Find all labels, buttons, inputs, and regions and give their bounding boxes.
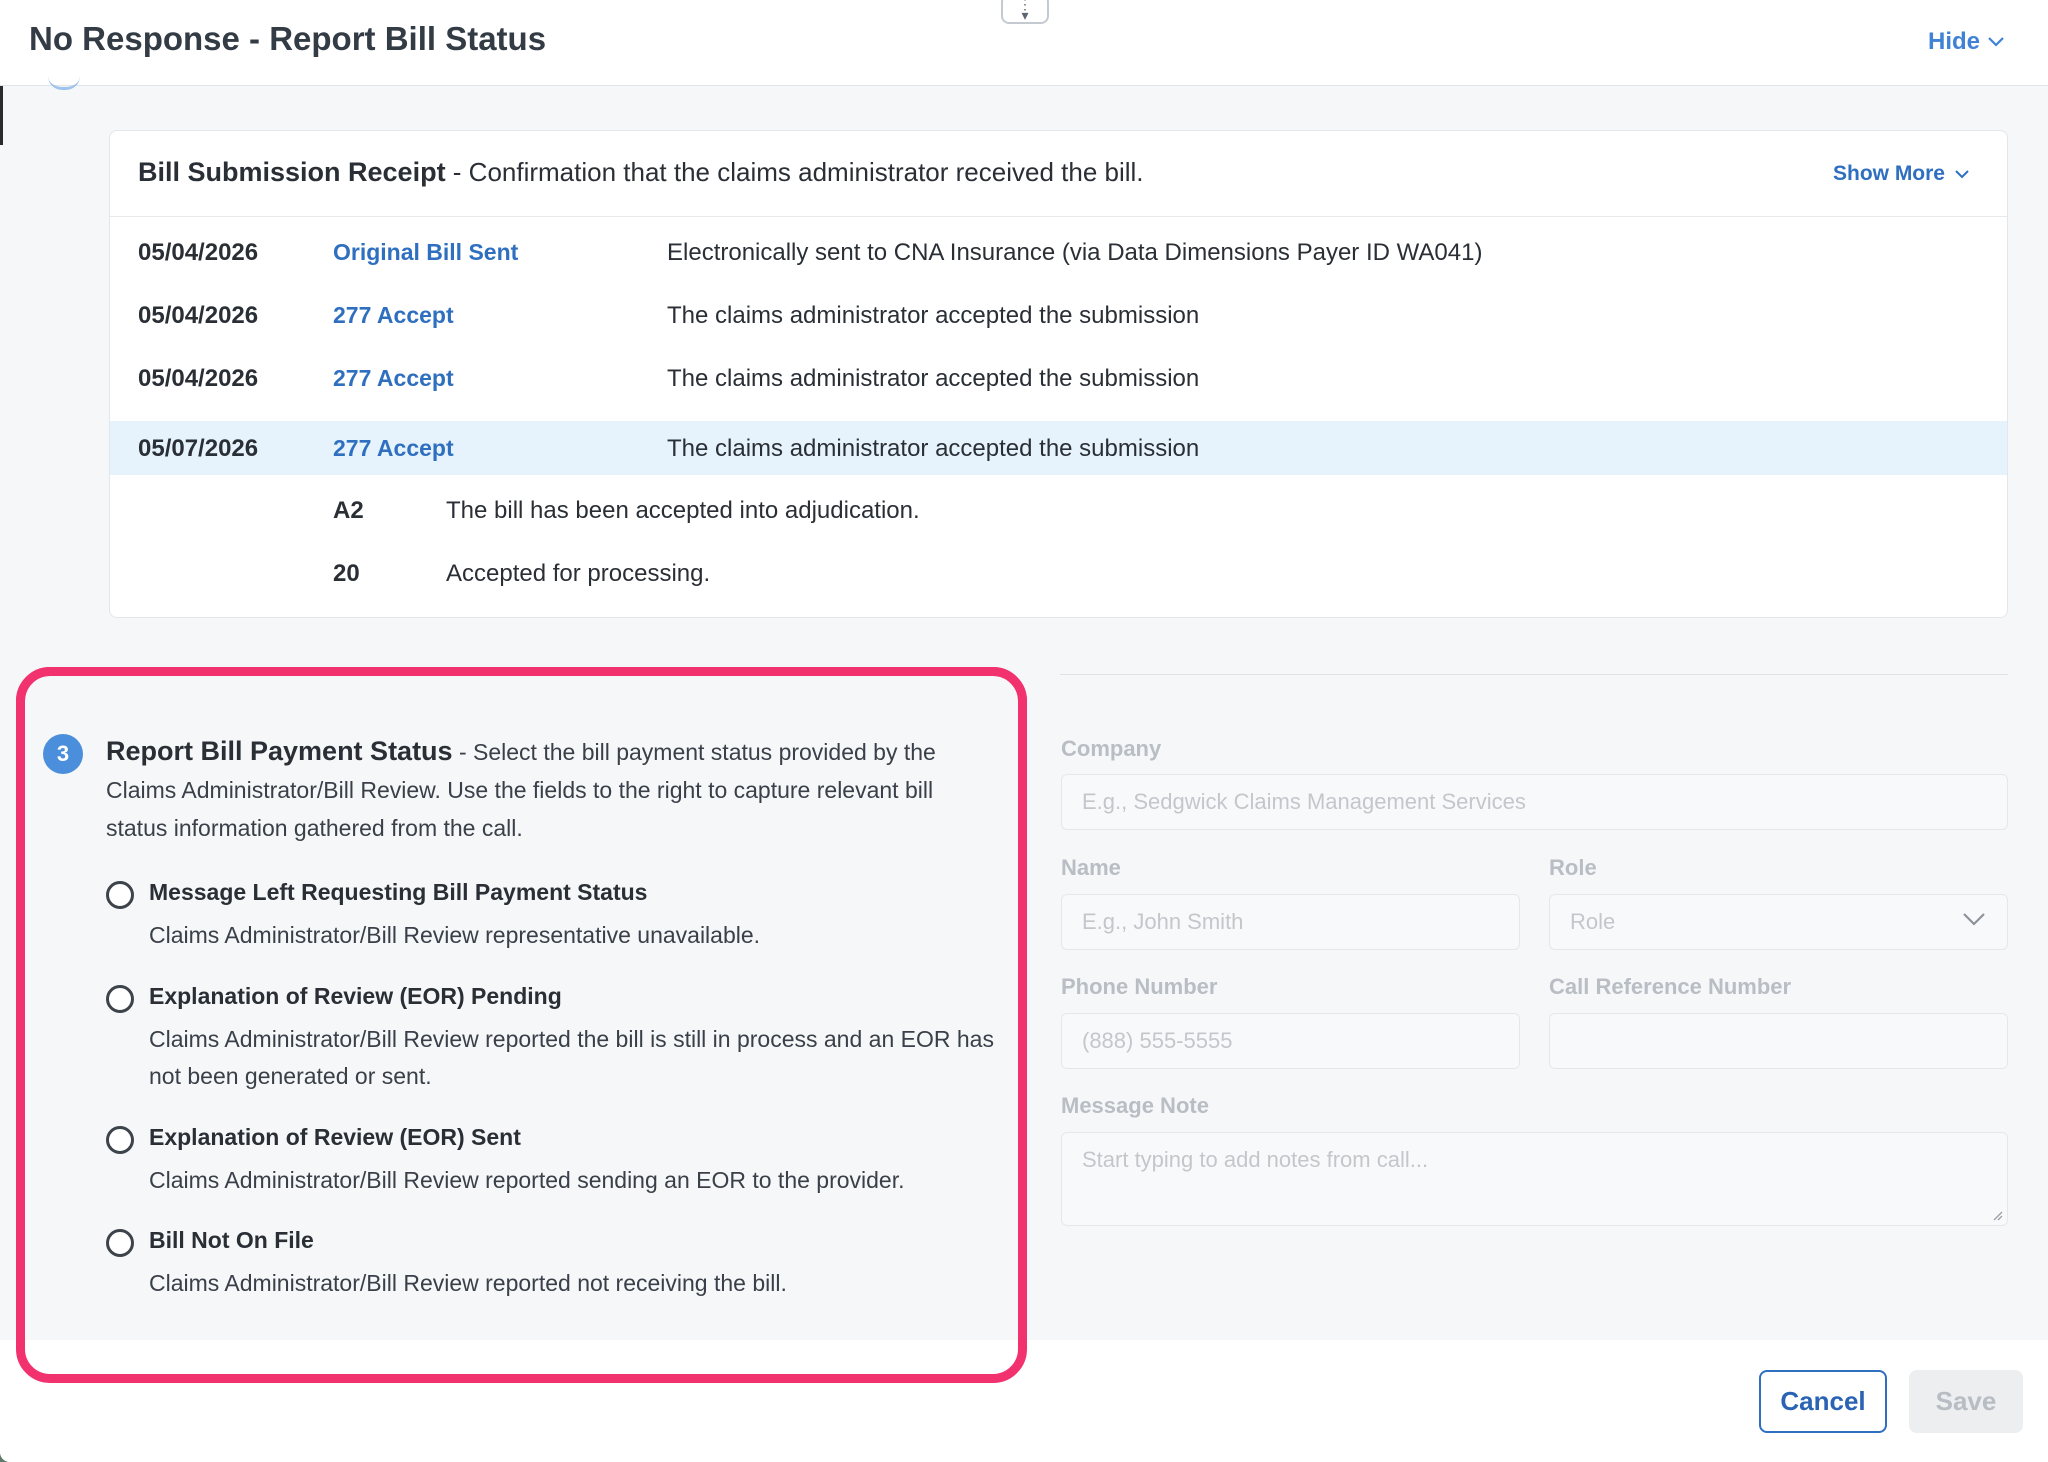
chevron-down-icon bbox=[1988, 37, 2004, 47]
step-indicator-partial bbox=[48, 76, 80, 90]
receipt-date: 05/04/2026 bbox=[138, 302, 259, 329]
receipt-row-selected[interactable]: 05/07/2026 277 Accept The claims adminis… bbox=[110, 421, 2007, 475]
receipt-date: 05/07/2026 bbox=[138, 435, 259, 462]
receipt-date: 05/04/2026 bbox=[138, 365, 259, 392]
status-code-description: Accepted for processing. bbox=[446, 560, 711, 587]
name-input[interactable]: E.g., John Smith bbox=[1061, 894, 1520, 950]
receipt-description: The claims administrator accepted the su… bbox=[667, 302, 1200, 329]
name-label: Name bbox=[1061, 855, 1121, 880]
message-note-placeholder: Start typing to add notes from call... bbox=[1082, 1147, 1429, 1172]
save-button[interactable]: Save bbox=[1909, 1370, 2023, 1433]
company-input[interactable]: E.g., Sedgwick Claims Management Service… bbox=[1061, 774, 2008, 830]
receipt-row: 05/04/2026 277 Accept The claims adminis… bbox=[110, 351, 2007, 405]
receipt-header: Bill Submission Receipt - Confirmation t… bbox=[110, 131, 2007, 217]
show-more-button[interactable]: Show More bbox=[1833, 162, 1969, 186]
bill-submission-receipt-card: Bill Submission Receipt - Confirmation t… bbox=[109, 130, 2008, 618]
receipt-date: 05/04/2026 bbox=[138, 239, 259, 266]
role-select-value: Role bbox=[1570, 909, 1616, 934]
status-code-row: A2 The bill has been accepted into adjud… bbox=[110, 483, 2007, 537]
call-reference-label: Call Reference Number bbox=[1549, 974, 1792, 999]
receipt-row: 05/04/2026 Original Bill Sent Electronic… bbox=[110, 225, 2007, 279]
phone-input[interactable]: (888) 555-5555 bbox=[1061, 1013, 1520, 1069]
receipt-description: The claims administrator accepted the su… bbox=[667, 365, 1200, 392]
hide-button[interactable]: Hide bbox=[1928, 28, 2004, 56]
receipt-event-link[interactable]: 277 Accept bbox=[333, 365, 454, 392]
receipt-heading: Bill Submission Receipt bbox=[138, 157, 446, 187]
show-more-label: Show More bbox=[1832, 162, 1945, 185]
message-note-textarea[interactable]: Start typing to add notes from call... bbox=[1061, 1132, 2008, 1226]
receipt-subtitle: - Confirmation that the claims administr… bbox=[445, 157, 1144, 187]
page-title: No Response - Report Bill Status bbox=[29, 20, 547, 57]
status-code-description: The bill has been accepted into adjudica… bbox=[446, 497, 920, 524]
section-divider bbox=[1060, 674, 2008, 675]
role-label: Role bbox=[1549, 855, 1597, 880]
status-code: A2 bbox=[333, 497, 364, 524]
highlight-annotation-overlay bbox=[16, 667, 1027, 1383]
receipt-event-link[interactable]: Original Bill Sent bbox=[333, 239, 518, 266]
message-note-label: Message Note bbox=[1061, 1093, 1209, 1118]
status-code-row: 20 Accepted for processing. bbox=[110, 546, 2007, 600]
report-bill-status-modal: No Response - Report Bill Status Hide ⋮ ▾… bbox=[0, 0, 2048, 1462]
status-code: 20 bbox=[333, 560, 360, 587]
receipt-description: The claims administrator accepted the su… bbox=[667, 435, 1200, 462]
call-reference-input[interactable] bbox=[1549, 1013, 2008, 1069]
hide-label: Hide bbox=[1927, 28, 1980, 55]
role-select[interactable]: Role bbox=[1549, 894, 2008, 950]
receipt-description: Electronically sent to CNA Insurance (vi… bbox=[667, 239, 1483, 266]
phone-label: Phone Number bbox=[1061, 974, 1218, 999]
receipt-event-link[interactable]: 277 Accept bbox=[333, 435, 454, 462]
company-label: Company bbox=[1061, 736, 1162, 761]
resize-handle-icon[interactable] bbox=[1991, 1209, 2003, 1221]
chevron-down-icon bbox=[1955, 169, 1969, 178]
drag-handle-icon[interactable]: ⋮ ▾ bbox=[1001, 0, 1049, 24]
cancel-button[interactable]: Cancel bbox=[1759, 1370, 1887, 1433]
receipt-event-link[interactable]: 277 Accept bbox=[333, 302, 454, 329]
chevron-down-icon bbox=[1963, 913, 1985, 926]
receipt-row: 05/04/2026 277 Accept The claims adminis… bbox=[110, 288, 2007, 342]
receipt-title: Bill Submission Receipt - Confirmation t… bbox=[138, 157, 1144, 188]
